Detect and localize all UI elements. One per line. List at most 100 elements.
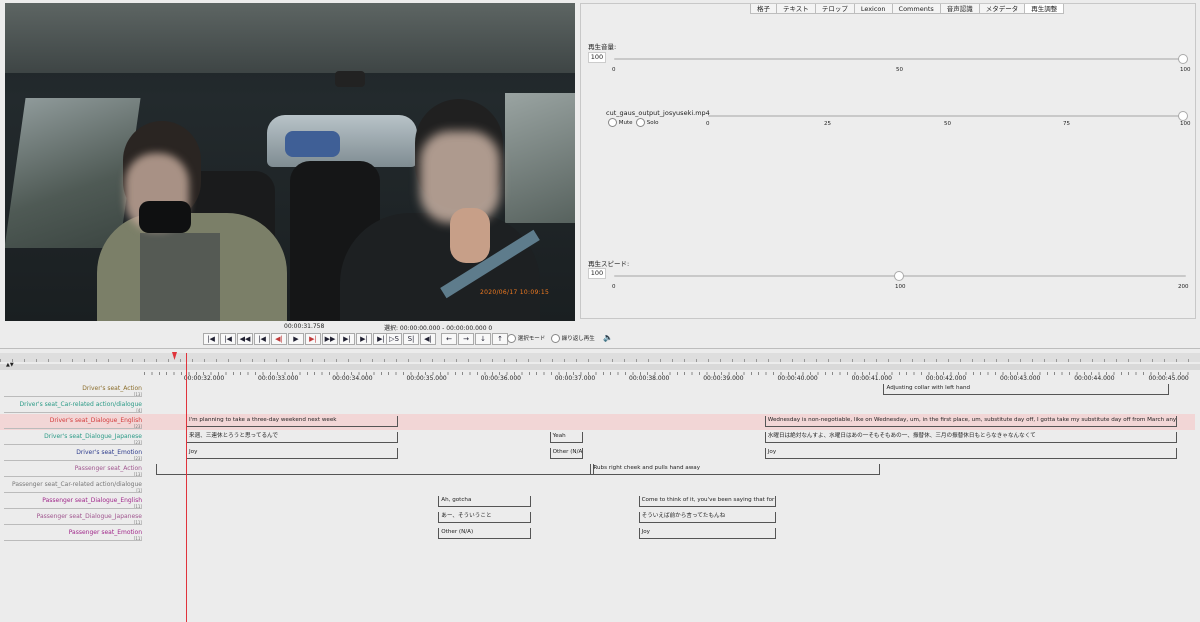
annotation-segment[interactable]: 水曜日は絶対なんすよ、水曜日はあの一そもそもあの一、振替休、三月の振替休日もとら…: [764, 432, 1177, 443]
annotation-segment[interactable]: 来週、三連休とろうと思ってるんで: [186, 432, 398, 443]
timeline-toolbar: ▲▼: [0, 362, 1200, 370]
track-volume-thumb[interactable]: [1178, 111, 1188, 121]
select-mode-radio[interactable]: [507, 334, 516, 343]
tier-name: Driver's seat_Emotion: [76, 449, 142, 456]
annotation-segment[interactable]: あー、そういうこと: [438, 512, 532, 523]
navbtns-button-0[interactable]: ←: [441, 333, 457, 345]
annotation-segment[interactable]: Rubs right cheek and pulls hand away: [590, 464, 881, 475]
settings-panel: 格子 テキスト テロップ Lexicon Comments 音声認識 メタデータ 再生調整 再…: [580, 3, 1196, 319]
select-mode-toggle[interactable]: 選択モード: [507, 334, 545, 343]
tab-6[interactable]: メタデータ: [978, 4, 1026, 14]
tier-underline: [4, 412, 142, 413]
tier-label[interactable]: Passenger seat_Action [13]: [75, 465, 142, 477]
solo-radio[interactable]: [636, 118, 645, 127]
navbtns-button-1[interactable]: →: [458, 333, 474, 345]
transport-button-7[interactable]: ▶▶: [322, 333, 338, 345]
mute-toggle[interactable]: Mute: [608, 118, 633, 127]
speed-thumb[interactable]: [894, 271, 904, 281]
solo-toggle[interactable]: Solo: [636, 118, 659, 127]
tier-row[interactable]: Driver's seat_Dialogue_Japanese [23] 来週、三連…: [0, 430, 1195, 446]
tier-label[interactable]: Driver's seat_Dialogue_English [23]: [50, 417, 142, 429]
navbtns-button-3[interactable]: ↑: [492, 333, 508, 345]
tier-row[interactable]: Driver's seat_Car-related action/dialogu…: [0, 398, 1195, 414]
annotation-segment[interactable]: Other (N/A): [549, 448, 584, 459]
tab-5[interactable]: 音声認識: [939, 4, 980, 14]
volume-slider[interactable]: 0 50 100: [612, 54, 1191, 73]
transport-button-5[interactable]: ▶: [288, 333, 304, 345]
annotation-segment[interactable]: Ah, gotcha: [438, 496, 532, 507]
annotation-segment[interactable]: Adjusting collar with left hand: [883, 384, 1170, 395]
volume-thumb[interactable]: [1178, 54, 1188, 64]
annotation-segment[interactable]: Other (N/A): [438, 528, 532, 539]
loop-toggle[interactable]: 繰り返し再生: [551, 334, 595, 343]
tier-label[interactable]: Driver's seat_Car-related action/dialogu…: [19, 401, 142, 413]
annotation-segment[interactable]: I'm planning to take a three-day weekend…: [186, 416, 398, 427]
tab-0[interactable]: 格子: [750, 4, 777, 14]
tab-2[interactable]: テロップ: [814, 4, 855, 14]
tier-label[interactable]: Passenger seat_Car-related action/dialog…: [11, 481, 142, 493]
selbtns-button-1[interactable]: S|: [403, 333, 419, 345]
annotation-segment[interactable]: Joy: [764, 448, 1177, 459]
tier-row[interactable]: Passenger seat_Emotion [11] Other (N/A) Joy: [0, 526, 1195, 542]
transport-button-8[interactable]: ▶|: [339, 333, 355, 345]
expand-icon[interactable]: ▲▼: [6, 362, 14, 368]
passenger-body: [340, 213, 540, 321]
video-timestamp: 2020/06/17 10:09:15: [480, 289, 550, 296]
tab-7[interactable]: 再生調整: [1024, 4, 1065, 14]
speed-tick: 0: [612, 284, 616, 290]
tab-1[interactable]: テキスト: [776, 4, 816, 14]
transport-button-0[interactable]: |◀: [203, 333, 219, 345]
tier-underline: [4, 524, 142, 525]
annotation-segment[interactable]: Come to think of it, you've been saying …: [638, 496, 777, 507]
playhead[interactable]: [186, 353, 187, 622]
speed-slider[interactable]: 0 100 200: [612, 271, 1189, 290]
volume-value[interactable]: 100: [588, 52, 606, 63]
tier-row[interactable]: Passenger seat_Dialogue_English [11] Ah, g…: [0, 494, 1195, 510]
tier-row[interactable]: Passenger seat_Car-related action/dialog…: [0, 478, 1195, 494]
time-label: 00:00:42.000: [925, 375, 967, 382]
mute-radio[interactable]: [608, 118, 617, 127]
transport-button-3[interactable]: |◀: [254, 333, 270, 345]
selbtns-button-2[interactable]: ◀|: [420, 333, 436, 345]
navbtns-button-2[interactable]: ↓: [475, 333, 491, 345]
tier-label[interactable]: Driver's seat_Action [13]: [82, 385, 142, 397]
tier-row[interactable]: Passenger seat_Dialogue_Japanese [11] あー、そ…: [0, 510, 1195, 526]
annotation-segment[interactable]: Joy: [186, 448, 398, 459]
annotation-segment[interactable]: [156, 464, 595, 475]
tier-label[interactable]: Passenger seat_Emotion [11]: [68, 529, 142, 541]
selbtns-button-0[interactable]: ▷S: [386, 333, 402, 345]
tier-label[interactable]: Driver's seat_Dialogue_Japanese [23]: [44, 433, 142, 445]
loop-radio[interactable]: [551, 334, 560, 343]
tier-row[interactable]: Driver's seat_Emotion [23] Joy Other (N/A) J…: [0, 446, 1195, 462]
annotation-segment[interactable]: Wednesday is non-negotiable, like on Wed…: [764, 416, 1177, 427]
transport-button-9[interactable]: ▶|: [356, 333, 372, 345]
tab-3[interactable]: Lexicon: [853, 4, 893, 14]
tab-4[interactable]: Comments: [891, 4, 941, 14]
transport-button-1[interactable]: |◀: [220, 333, 236, 345]
tier-label[interactable]: Passenger seat_Dialogue_English [11]: [42, 497, 142, 509]
tier-row[interactable]: Passenger seat_Action [13] Rubs right chee…: [0, 462, 1195, 478]
speed-tick: 100: [895, 284, 906, 290]
tier-label[interactable]: Driver's seat_Emotion [23]: [76, 449, 142, 461]
transport-button-4[interactable]: ◀|: [271, 333, 287, 345]
video-frame[interactable]: 2020/06/17 10:09:15: [5, 3, 575, 321]
overview-ruler[interactable]: [0, 353, 1200, 362]
annotation-segment[interactable]: Joy: [638, 528, 777, 539]
tier-name: Passenger seat_Emotion: [68, 529, 142, 536]
track-tick: 25: [824, 121, 831, 127]
tier-row[interactable]: Driver's seat_Action [13] Adjusting collar…: [0, 382, 1195, 398]
speed-value[interactable]: 100: [588, 268, 606, 279]
annotation-segment[interactable]: そういえば前から言ってたもんね: [638, 512, 777, 523]
time-header[interactable]: 00:00:32.000 00:00:33.000 00:00:34.000 00:0…: [144, 372, 1194, 382]
tier-name: Passenger seat_Dialogue_Japanese: [36, 513, 142, 520]
track-volume-slider[interactable]: 0 25 50 75 100: [706, 111, 1191, 127]
tier-row[interactable]: Driver's seat_Dialogue_English [23] I'm pl…: [0, 414, 1195, 430]
tier-name: Passenger seat_Car-related action/dialog…: [11, 481, 142, 488]
annotation-segment[interactable]: Yeah: [549, 432, 584, 443]
time-label: 00:00:40.000: [777, 375, 818, 382]
transport-button-2[interactable]: ◀◀: [237, 333, 253, 345]
splitter[interactable]: [0, 345, 1200, 353]
tier-label[interactable]: Passenger seat_Dialogue_Japanese [11]: [36, 513, 142, 525]
transport-button-6[interactable]: ▶|: [305, 333, 321, 345]
speaker-icon[interactable]: 🔈: [603, 333, 613, 342]
